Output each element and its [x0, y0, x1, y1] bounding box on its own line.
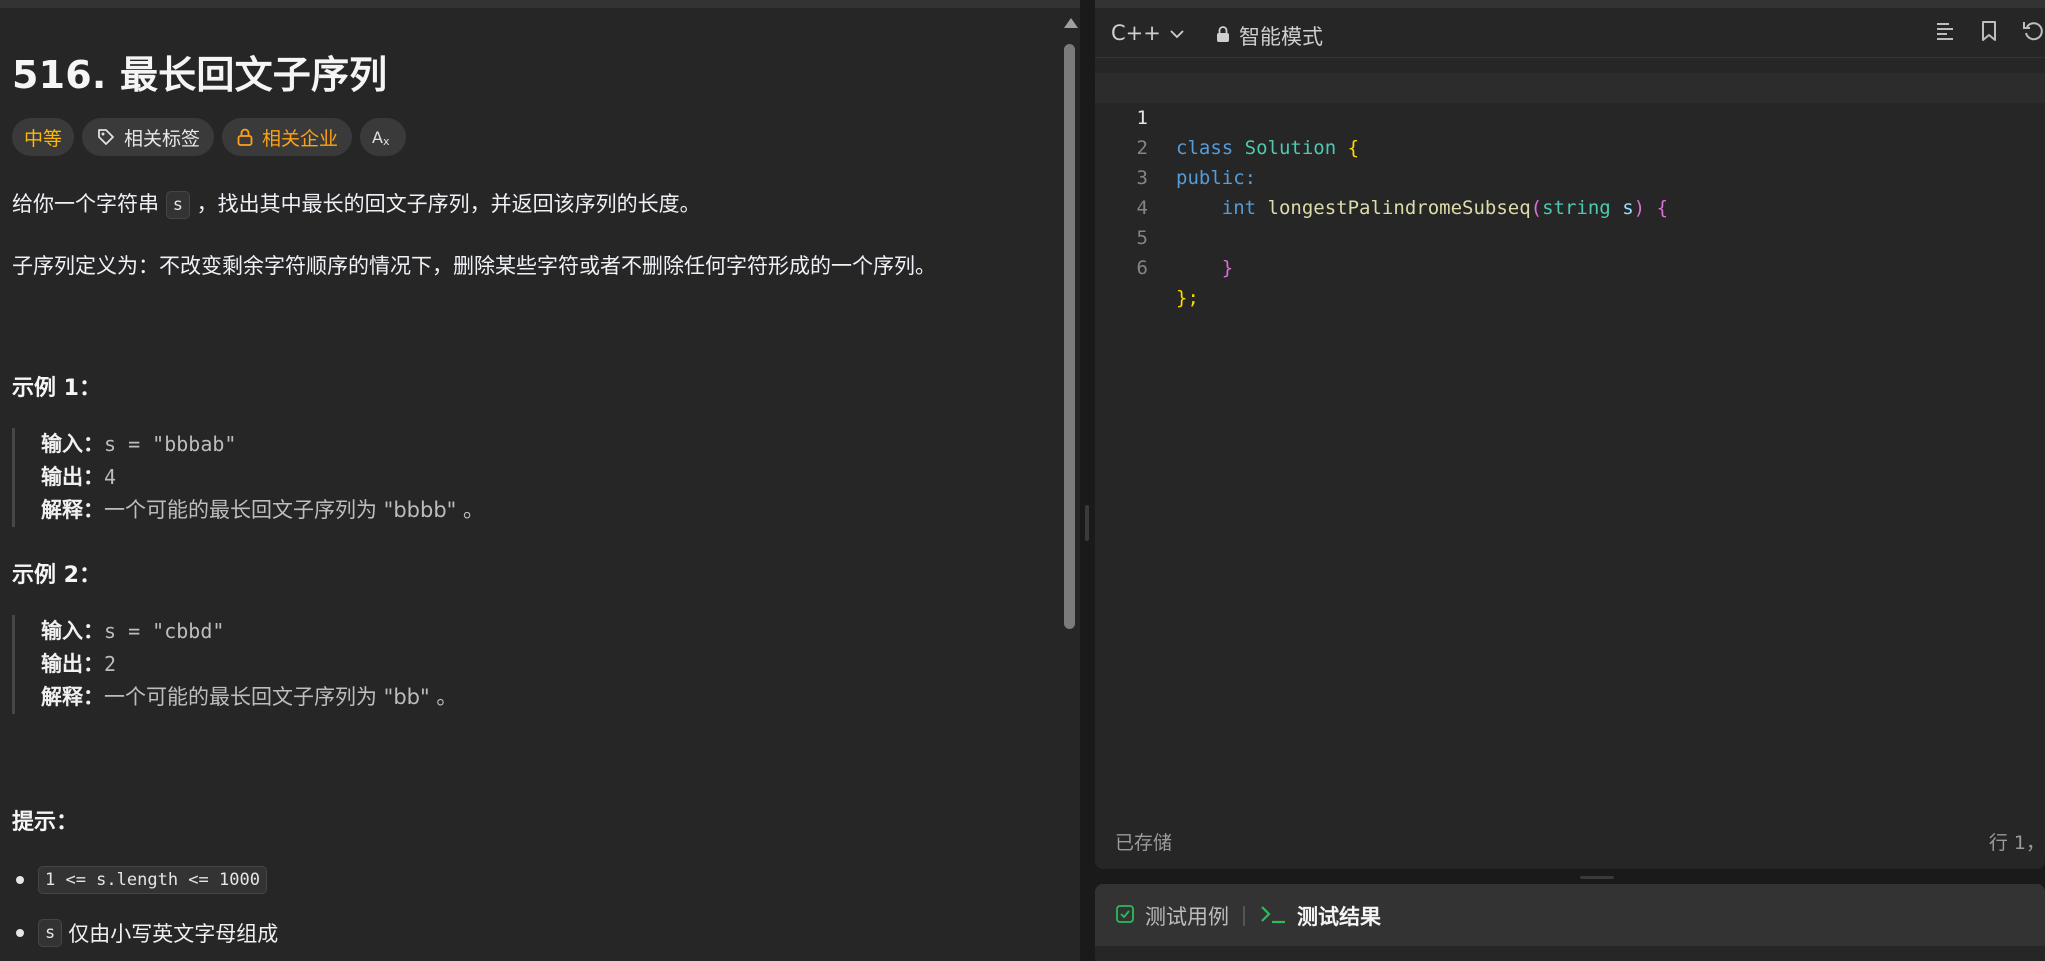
code-line[interactable]: 4 — [1095, 163, 2045, 219]
code-area[interactable]: 1 class Solution { 2 public: 3 int longe… — [1095, 73, 2045, 309]
example-2-heading: 示例 2： — [12, 563, 101, 588]
checkbox-icon — [1115, 904, 1135, 929]
example-input: 输入：s = "bbbab" — [41, 428, 912, 461]
input-label: 输入： — [41, 619, 104, 643]
language-selector[interactable]: C++ — [1111, 21, 1185, 45]
desc-text: 给你一个字符串 — [12, 192, 166, 216]
reset-icon[interactable] — [2021, 19, 2045, 47]
mode-label: 智能模式 — [1239, 25, 1323, 49]
constraint-content: s 仅由小写英文字母组成 — [38, 918, 278, 948]
translate-button[interactable]: Ax — [360, 118, 407, 156]
bullet-icon — [16, 876, 24, 884]
constraints-heading: 提示： — [12, 810, 79, 835]
example-2-block: 输入：s = "cbbd" 输出：2 解释：一个可能的最长回文子序列为 "bb"… — [12, 615, 912, 714]
input-label: 输入： — [41, 432, 104, 456]
constraint-text: 仅由小写英文字母组成 — [68, 922, 279, 946]
chevron-down-icon — [1169, 21, 1185, 45]
output-value: 4 — [104, 465, 117, 489]
example-explanation: 解释：一个可能的最长回文子序列为 "bbbb" 。 — [41, 494, 912, 527]
related-companies-button[interactable]: 相关企业 — [222, 118, 353, 156]
panel-top-bar — [0, 0, 1080, 8]
panel-splitter[interactable] — [1080, 0, 1095, 961]
code-text: }; — [1176, 287, 1199, 309]
problem-title: 516. 最长回文子序列 — [12, 53, 388, 97]
related-tags-button[interactable]: 相关标签 — [82, 118, 215, 156]
example-output: 输出：2 — [41, 648, 912, 681]
lock-icon — [1215, 24, 1231, 48]
code-line[interactable]: 3 int longestPalindromeSubseq(string s) … — [1095, 133, 2045, 219]
editor-actions — [1933, 19, 2045, 47]
format-icon[interactable] — [1933, 19, 1957, 47]
example-explanation: 解释：一个可能的最长回文子序列为 "bb" 。 — [41, 681, 912, 714]
example-1-heading: 示例 1： — [12, 376, 101, 401]
splitter-handle[interactable] — [1085, 505, 1089, 541]
output-label: 输出： — [41, 465, 104, 489]
cursor-position: 行 1， — [1988, 832, 2045, 854]
panel-top-bar — [1095, 0, 2045, 8]
language-label: C++ — [1111, 21, 1161, 45]
description-paragraph-2: 子序列定义为：不改变剩余字符顺序的情况下，删除某些字符或者不删除任何字符形成的一… — [12, 254, 936, 278]
input-value: s = "bbbab" — [104, 432, 237, 456]
description-paragraph-1: 给你一个字符串 s ，找出其中最长的回文子序列，并返回该序列的长度。 — [12, 188, 701, 219]
explain-value: 一个可能的最长回文子序列为 "bb" 。 — [104, 685, 458, 709]
editor-toolbar: C++ 智能模式 — [1095, 8, 2045, 58]
related-tags-label: 相关标签 — [124, 127, 201, 150]
tab-test-cases-label: 测试用例 — [1145, 905, 1229, 929]
description-panel: 516. 最长回文子序列 中等 相关标签 相关企业 Ax 给你一个字符串 s ，… — [0, 0, 1080, 961]
output-label: 输出： — [41, 652, 104, 676]
inline-code: s — [165, 191, 190, 219]
tab-test-results[interactable]: 测试结果 — [1259, 901, 1381, 931]
constraint-item: s 仅由小写英文字母组成 — [12, 918, 278, 948]
difficulty-badge[interactable]: 中等 — [12, 118, 75, 156]
explain-label: 解释： — [41, 498, 104, 522]
scroll-up-arrow-icon[interactable] — [1064, 18, 1078, 28]
bullet-icon — [16, 929, 24, 937]
code-text: } — [1221, 257, 1234, 279]
code-editor-panel: C++ 智能模式 1 class Solution {2 public: 3 … — [1095, 0, 2045, 869]
related-companies-label: 相关企业 — [262, 127, 339, 150]
save-status: 已存储 — [1115, 832, 1173, 854]
horizontal-splitter-handle[interactable] — [1580, 876, 1614, 879]
example-1-block: 输入：s = "bbbab" 输出：4 解释：一个可能的最长回文子序列为 "bb… — [12, 428, 912, 527]
smart-mode-toggle[interactable]: 智能模式 — [1215, 21, 1323, 51]
code-line[interactable]: 1 class Solution { — [1095, 73, 2045, 159]
explain-label: 解释： — [41, 685, 104, 709]
constraint-item: 1 <= s.length <= 1000 — [12, 866, 267, 894]
inline-code: 1 <= s.length <= 1000 — [38, 866, 267, 894]
input-value: s = "cbbd" — [104, 619, 225, 643]
svg-text:A: A — [372, 128, 383, 147]
code-line[interactable]: 6 }; — [1095, 223, 2045, 309]
code-line[interactable]: 5 } — [1095, 193, 2045, 279]
lock-icon — [236, 127, 254, 147]
desc-text: ，找出其中最长的回文子序列，并返回该序列的长度。 — [189, 192, 701, 216]
problem-tags: 中等 相关标签 相关企业 Ax — [12, 118, 407, 156]
terminal-icon — [1259, 903, 1287, 930]
svg-text:x: x — [383, 135, 390, 147]
explain-value: 一个可能的最长回文子序列为 "bbbb" 。 — [104, 498, 484, 522]
code-line[interactable]: 2 public: — [1095, 103, 2045, 189]
bookmark-icon[interactable] — [1977, 19, 2001, 47]
description-scrollbar[interactable] — [1062, 14, 1078, 961]
inline-code: s — [38, 919, 63, 947]
test-panel-header: 测试用例 测试结果 — [1095, 884, 2045, 946]
tab-test-cases[interactable]: 测试用例 — [1115, 901, 1229, 931]
scrollbar-thumb[interactable] — [1064, 44, 1075, 629]
editor-status-bar: 已存储 行 1， — [1095, 828, 2045, 858]
tab-divider — [1243, 906, 1245, 926]
test-panel: 测试用例 测试结果 — [1095, 884, 2045, 961]
example-output: 输出：4 — [41, 461, 912, 494]
tag-icon — [96, 127, 116, 147]
translate-icon: Ax — [372, 127, 394, 147]
tab-test-results-label: 测试结果 — [1297, 905, 1381, 929]
output-value: 2 — [104, 652, 117, 676]
test-tabs: 测试用例 测试结果 — [1115, 901, 1381, 931]
example-input: 输入：s = "cbbd" — [41, 615, 912, 648]
line-number: 6 — [1136, 257, 1148, 279]
difficulty-label: 中等 — [24, 127, 63, 150]
